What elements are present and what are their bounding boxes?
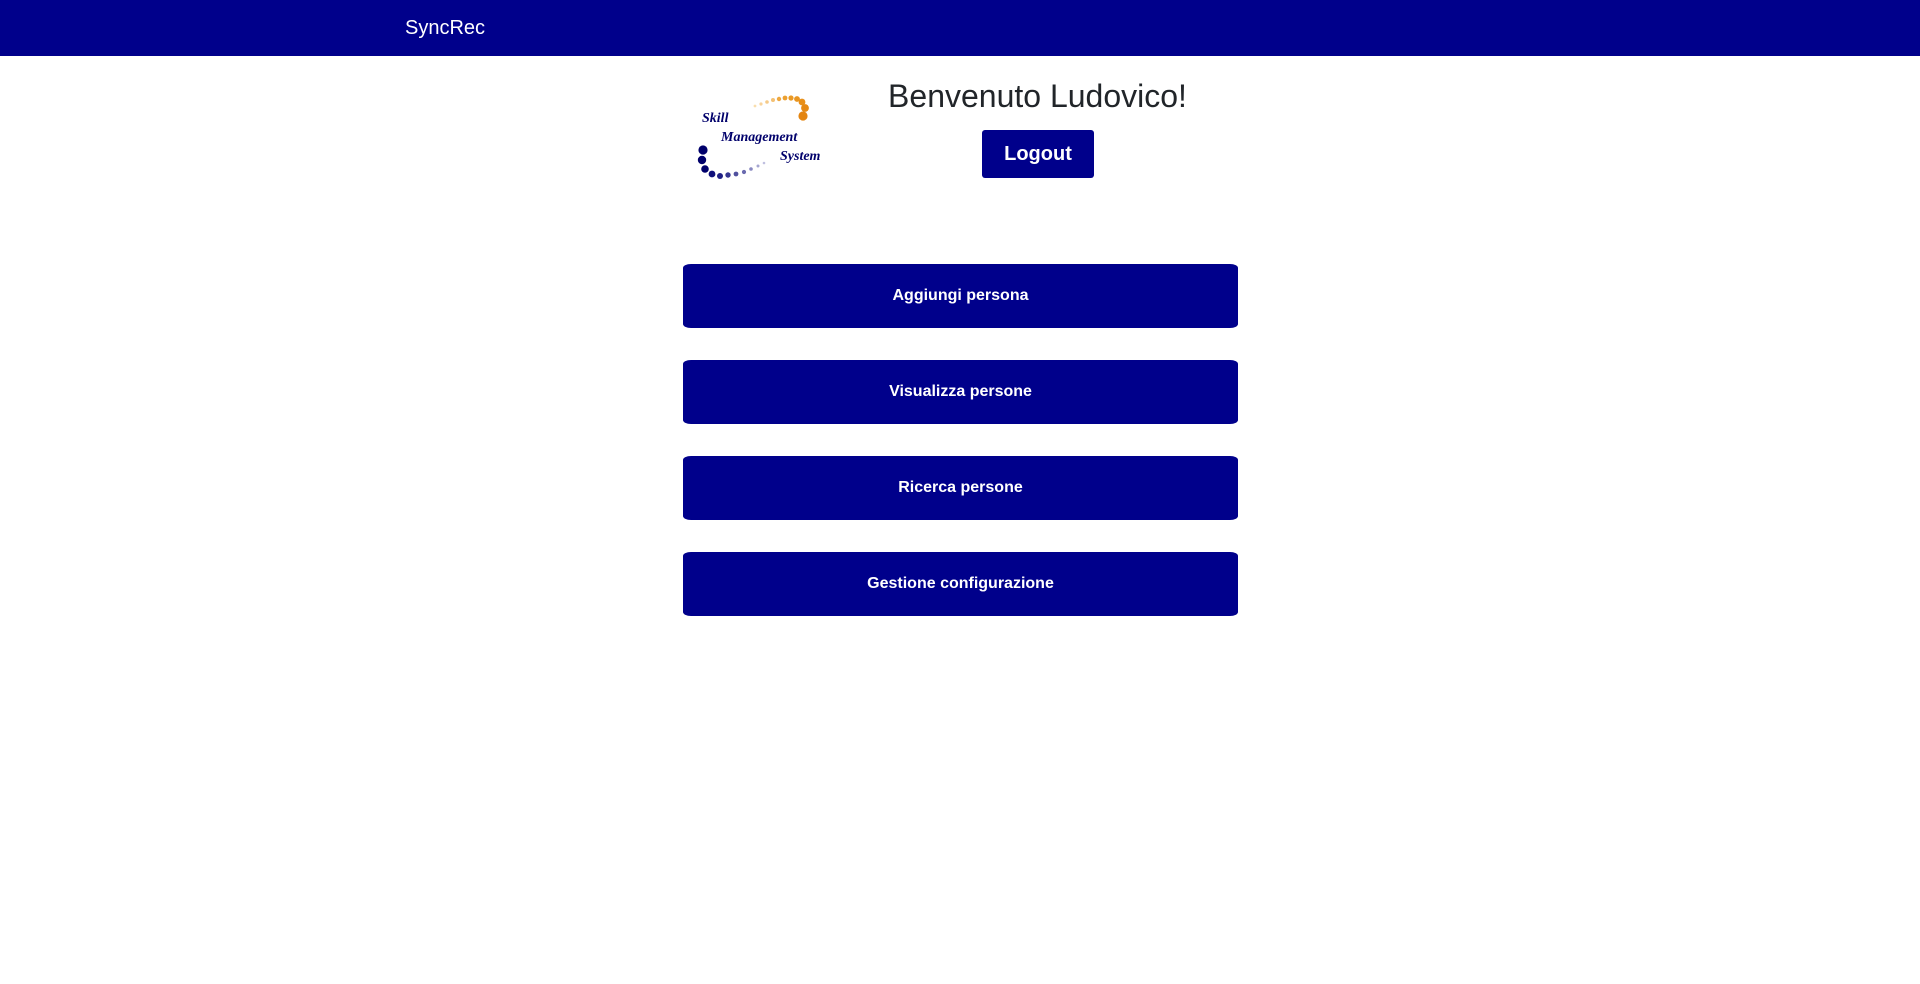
- view-people-button[interactable]: Visualizza persone: [683, 360, 1238, 424]
- logo-text-system: System: [780, 149, 821, 164]
- logout-button[interactable]: Logout: [982, 130, 1094, 178]
- skill-management-system-logo: Skill Management System: [690, 88, 840, 184]
- configuration-management-button[interactable]: Gestione configurazione: [683, 552, 1238, 616]
- add-person-button[interactable]: Aggiungi persona: [683, 264, 1238, 328]
- main-menu: Aggiungi persona Visualizza persone Rice…: [683, 264, 1238, 648]
- logo-text-management: Management: [720, 130, 798, 145]
- brand-link[interactable]: SyncRec: [405, 16, 485, 40]
- logo-text-skill: Skill: [702, 111, 729, 126]
- welcome-heading: Benvenuto Ludovico!: [888, 78, 1187, 114]
- logo-graphic: Skill Management System: [697, 95, 821, 179]
- search-people-button[interactable]: Ricerca persone: [683, 456, 1238, 520]
- top-navbar: SyncRec: [0, 0, 1920, 56]
